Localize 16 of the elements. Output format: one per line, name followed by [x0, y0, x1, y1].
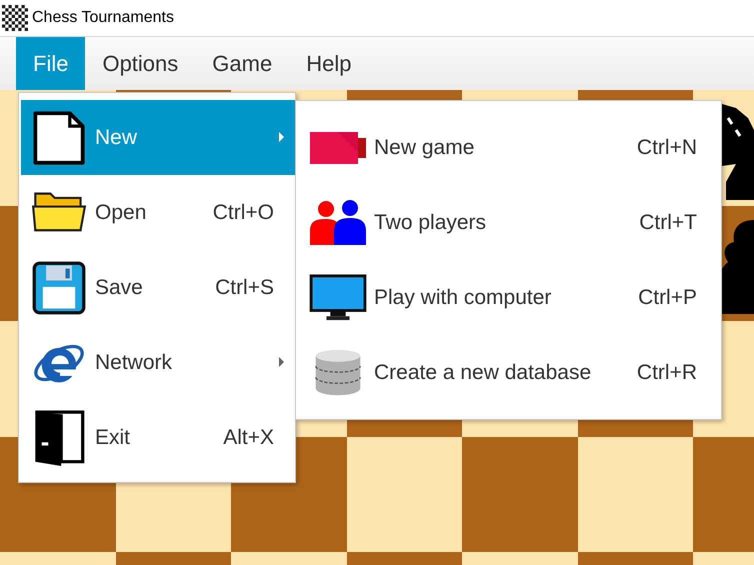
menu-item[interactable]: Exit Alt+X [21, 400, 296, 475]
menu-item[interactable]: Help [289, 37, 368, 91]
menu-item[interactable]: Save Ctrl+S [21, 250, 296, 325]
monitor-icon [308, 274, 368, 322]
document-icon [31, 110, 87, 166]
menu-item[interactable]: Two players Ctrl+T [296, 185, 721, 260]
menu-item[interactable]: Create a new database Ctrl+R [296, 335, 721, 410]
menu-item[interactable]: Options [85, 37, 196, 91]
window-title: Chess Tournaments [32, 9, 174, 27]
menu-item[interactable]: Play with computer Ctrl+P [296, 260, 721, 335]
menu-item[interactable]: Network [21, 325, 296, 400]
menu-item[interactable]: Game [195, 37, 290, 91]
two-people-icon [308, 198, 368, 246]
chessboard-icon [2, 5, 28, 31]
menu-item[interactable]: New game Ctrl+N [296, 110, 721, 185]
menu-item[interactable]: Open Ctrl+O [21, 175, 296, 250]
